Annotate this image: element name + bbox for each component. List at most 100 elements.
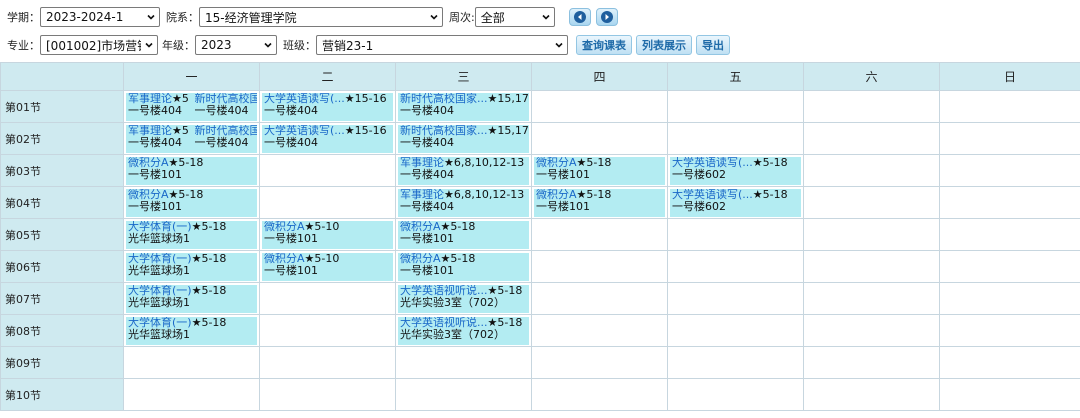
- course-room: 一号楼404: [264, 136, 318, 149]
- course-entry[interactable]: 新时代高校国 一号楼404: [191, 125, 257, 153]
- day-header-mon: 一: [123, 62, 260, 91]
- major-select[interactable]: [001002]市场营销: [40, 35, 158, 55]
- major-label: 专业：: [7, 39, 40, 52]
- slot-wed: 军事理论★6,8,10,12-13 一号楼404: [395, 186, 532, 219]
- class-select-value: 营销23-1: [322, 38, 374, 53]
- course-room: 一号楼404: [400, 168, 454, 181]
- course-weeks: ★15-16: [344, 93, 387, 105]
- course-room: 一号楼602: [672, 200, 726, 213]
- course-entry[interactable]: 微积分A★5-18 一号楼101: [534, 157, 665, 185]
- slot-sun: [939, 282, 1080, 315]
- course-entry[interactable]: 军事理论★5 一号楼404: [126, 93, 192, 121]
- period-label: 第02节: [0, 122, 124, 155]
- next-week-button[interactable]: [595, 8, 618, 26]
- week-select[interactable]: 全部: [474, 7, 555, 27]
- slot-wed: 军事理论★6,8,10,12-13 一号楼404: [395, 154, 532, 187]
- chevron-down-icon: [430, 14, 438, 20]
- slot-wed: 新时代高校国家...★15,17 一号楼404: [395, 90, 532, 123]
- period-row: 第06节 大学体育(一)★5-18 光华篮球场1 微积分A★5-10 一号楼101 …: [0, 250, 1080, 283]
- course-entry[interactable]: 新时代高校国家...★15,17 一号楼404: [398, 93, 529, 121]
- week-label: 周次:: [449, 11, 475, 24]
- slot-wed: [395, 378, 532, 411]
- slot-sun: [939, 378, 1080, 411]
- term-select[interactable]: 2023-2024-1: [40, 7, 160, 27]
- course-weeks: ★15-16: [344, 125, 387, 137]
- slot-mon: [123, 346, 260, 379]
- day-header-tue: 二: [259, 62, 396, 91]
- course-entry[interactable]: 大学体育(一)★5-18 光华篮球场1: [126, 253, 257, 281]
- slot-fri: 大学英语读写(...★5-18 一号楼602: [667, 154, 804, 187]
- prev-week-button[interactable]: [568, 8, 591, 26]
- course-entry[interactable]: 大学英语读写(...★5-18 一号楼602: [670, 157, 801, 185]
- slot-thu: [531, 122, 668, 155]
- grade-select[interactable]: 2023: [195, 35, 277, 55]
- slot-mon: 大学体育(一)★5-18 光华篮球场1: [123, 314, 260, 347]
- course-entry[interactable]: 微积分A★5-10 一号楼101: [262, 221, 393, 249]
- slot-fri: [667, 378, 804, 411]
- course-entry[interactable]: 大学体育(一)★5-18 光华篮球场1: [126, 285, 257, 313]
- grade-select-value: 2023: [201, 38, 232, 52]
- period-row: 第04节 微积分A★5-18 一号楼101 军事理论★6,8,10,12-13 一号…: [0, 186, 1080, 219]
- slot-sat: [803, 218, 940, 251]
- term-select-value: 2023-2024-1: [46, 10, 124, 24]
- period-row: 第03节 微积分A★5-18 一号楼101 军事理论★6,8,10,12-13 一号…: [0, 154, 1080, 187]
- course-weeks: ★5-18: [191, 221, 227, 233]
- period-label: 第09节: [0, 346, 124, 379]
- course-room: 一号楼602: [672, 168, 726, 181]
- course-entry[interactable]: 大学英语读写(...★15-16 一号楼404: [262, 93, 393, 121]
- slot-tue: [259, 346, 396, 379]
- course-entry[interactable]: 新时代高校国 一号楼404: [191, 93, 257, 121]
- export-button[interactable]: 导出: [696, 35, 730, 55]
- period-label: 第06节: [0, 250, 124, 283]
- course-entry[interactable]: 大学体育(一)★5-18 光华篮球场1: [126, 221, 257, 249]
- slot-fri: [667, 250, 804, 283]
- slot-fri: 大学英语读写(...★5-18 一号楼602: [667, 186, 804, 219]
- course-entry[interactable]: 大学英语视听说...★5-18 光华实验3室（702）: [398, 317, 529, 345]
- slot-fri: [667, 122, 804, 155]
- slot-fri: [667, 346, 804, 379]
- chevron-down-icon: [145, 42, 153, 48]
- list-view-button[interactable]: 列表展示: [636, 35, 692, 55]
- course-room: 一号楼404: [400, 104, 454, 117]
- slot-wed: 大学英语视听说...★5-18 光华实验3室（702）: [395, 282, 532, 315]
- day-header-sat: 六: [803, 62, 940, 91]
- course-room: 光华篮球场1: [128, 328, 190, 341]
- query-schedule-button[interactable]: 查询课表: [576, 35, 632, 55]
- course-entry[interactable]: 大学英语读写(...★15-16 一号楼404: [262, 125, 393, 153]
- course-entry[interactable]: 微积分A★5-18 一号楼101: [126, 189, 257, 217]
- course-entry[interactable]: 军事理论★6,8,10,12-13 一号楼404: [398, 189, 529, 217]
- course-entry[interactable]: 微积分A★5-18 一号楼101: [398, 221, 529, 249]
- slot-wed: 微积分A★5-18 一号楼101: [395, 218, 532, 251]
- course-entry[interactable]: 大学体育(一)★5-18 光华篮球场1: [126, 317, 257, 345]
- slot-sat: [803, 346, 940, 379]
- day-header-fri: 五: [667, 62, 804, 91]
- period-label: 第10节: [0, 378, 124, 411]
- course-entry[interactable]: 微积分A★5-10 一号楼101: [262, 253, 393, 281]
- chevron-down-icon: [542, 14, 550, 20]
- dept-select[interactable]: 15-经济管理学院: [199, 7, 443, 27]
- period-label: 第08节: [0, 314, 124, 347]
- major-select-value: [001002]市场营销: [46, 38, 141, 53]
- course-entry[interactable]: 微积分A★5-18 一号楼101: [126, 157, 257, 185]
- slot-tue: 微积分A★5-10 一号楼101: [259, 250, 396, 283]
- course-room: 一号楼404: [128, 136, 182, 149]
- period-row: 第10节: [0, 378, 1080, 411]
- course-room: 一号楼101: [536, 168, 590, 181]
- course-entry[interactable]: 微积分A★5-18 一号楼101: [534, 189, 665, 217]
- course-entry[interactable]: 军事理论★5 一号楼404: [126, 125, 192, 153]
- course-room: 光华实验3室（702）: [400, 296, 505, 309]
- course-entry[interactable]: 微积分A★5-18 一号楼101: [398, 253, 529, 281]
- course-room: 一号楼404: [194, 136, 249, 149]
- slot-sat: [803, 282, 940, 315]
- course-room: 一号楼404: [264, 104, 318, 117]
- slot-tue: 微积分A★5-10 一号楼101: [259, 218, 396, 251]
- course-entry[interactable]: 新时代高校国家...★15,17 一号楼404: [398, 125, 529, 153]
- course-entry[interactable]: 军事理论★6,8,10,12-13 一号楼404: [398, 157, 529, 185]
- course-entry[interactable]: 大学英语视听说...★5-18 光华实验3室（702）: [398, 285, 529, 313]
- course-entry[interactable]: 大学英语读写(...★5-18 一号楼602: [670, 189, 801, 217]
- course-room: 一号楼101: [128, 168, 182, 181]
- slot-wed: 大学英语视听说...★5-18 光华实验3室（702）: [395, 314, 532, 347]
- course-weeks: ★5-18: [191, 317, 227, 329]
- class-select[interactable]: 营销23-1: [316, 35, 568, 55]
- chevron-down-icon: [147, 14, 155, 20]
